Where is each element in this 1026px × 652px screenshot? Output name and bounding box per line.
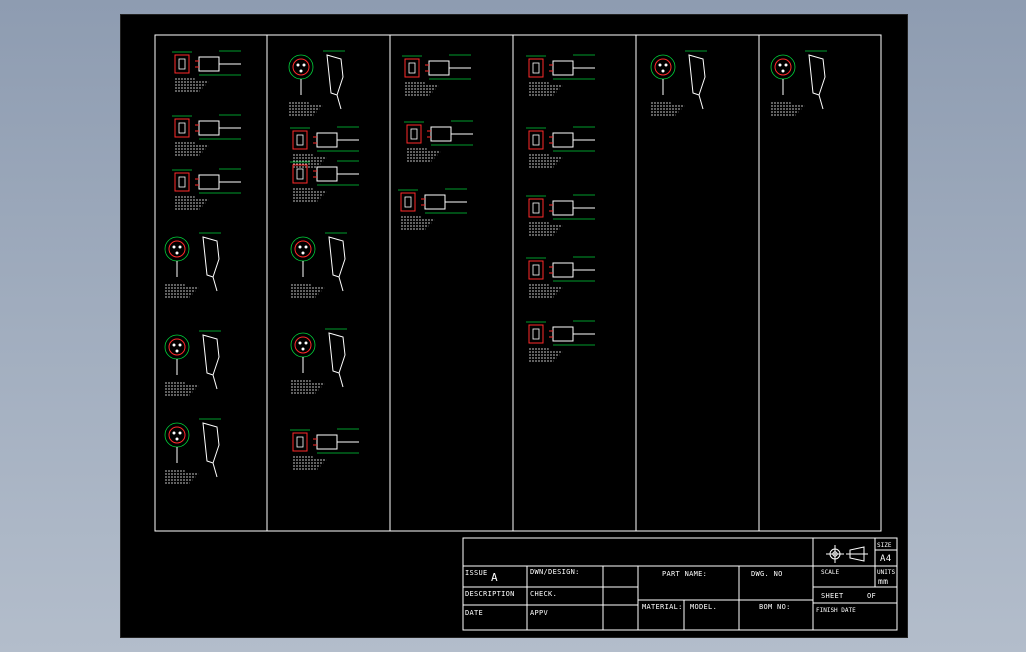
part-name-label: PART NAME: — [662, 570, 707, 578]
size-value: A4 — [880, 554, 891, 564]
plug-drawing-c1r-1 — [164, 334, 220, 390]
issue-value: A — [491, 571, 498, 584]
plug-drawing-c2r-1 — [290, 332, 346, 388]
date-label: DATE — [465, 609, 483, 617]
plug-drawing-c6-0 — [770, 54, 826, 110]
model-label: MODEL. — [690, 603, 717, 611]
finish-date-label: FINISH DATE — [816, 607, 856, 614]
size-label: SIZE — [877, 542, 892, 549]
description-label: DESCRIPTION — [465, 590, 515, 598]
plug-drawing-c3-1 — [406, 124, 473, 144]
plug-drawing-c1-2 — [174, 172, 241, 192]
plug-drawing-c4-2 — [528, 198, 595, 218]
cad-viewport[interactable]: ISSUE A DWN/DESIGN: DESCRIPTION CHECK. D… — [0, 0, 1026, 652]
plug-drawing-c2-0 — [288, 54, 344, 110]
plug-drawing-c4-3 — [528, 260, 595, 280]
plug-drawing-c2r-0 — [290, 236, 346, 292]
sheet-label: SHEET — [821, 592, 844, 600]
plug-drawings — [164, 50, 827, 484]
of-label: OF — [867, 592, 876, 600]
plug-drawing-c1-1 — [174, 118, 241, 138]
drawing-svg: ISSUE A DWN/DESIGN: DESCRIPTION CHECK. D… — [154, 34, 898, 631]
dwn-design-label: DWN/DESIGN: — [530, 568, 580, 576]
plug-drawing-c4-1 — [528, 130, 595, 150]
appv-label: APPV — [530, 609, 549, 617]
plug-drawing-c1-0 — [174, 54, 241, 74]
check-label: CHECK. — [530, 590, 557, 598]
plug-drawing-c1r-2 — [164, 422, 220, 478]
plug-drawing-c2-2 — [292, 164, 359, 184]
dwg-no-label: DWG. NO — [751, 570, 783, 578]
plug-drawing-c3-2 — [400, 192, 467, 212]
plug-drawing-c1r-0 — [164, 236, 220, 292]
plug-drawing-c4-0 — [528, 58, 595, 78]
plug-drawing-c3-0 — [404, 58, 471, 78]
issue-label: ISSUE — [465, 569, 488, 577]
scale-label: SCALE — [821, 569, 839, 576]
plug-drawing-c2-1 — [292, 130, 359, 150]
drawing-sheet: ISSUE A DWN/DESIGN: DESCRIPTION CHECK. D… — [120, 14, 908, 638]
units-label: UNITS — [877, 569, 895, 576]
material-label: MATERIAL: — [642, 603, 683, 611]
plug-drawing-c4-4 — [528, 324, 595, 344]
plug-drawing-c2-4 — [292, 432, 359, 452]
title-block — [462, 537, 898, 631]
third-angle-projection-icon — [826, 545, 868, 563]
units-value: mm — [878, 577, 888, 586]
bom-no-label: BOM NO: — [759, 603, 791, 611]
plug-drawing-c5-0 — [650, 54, 706, 110]
